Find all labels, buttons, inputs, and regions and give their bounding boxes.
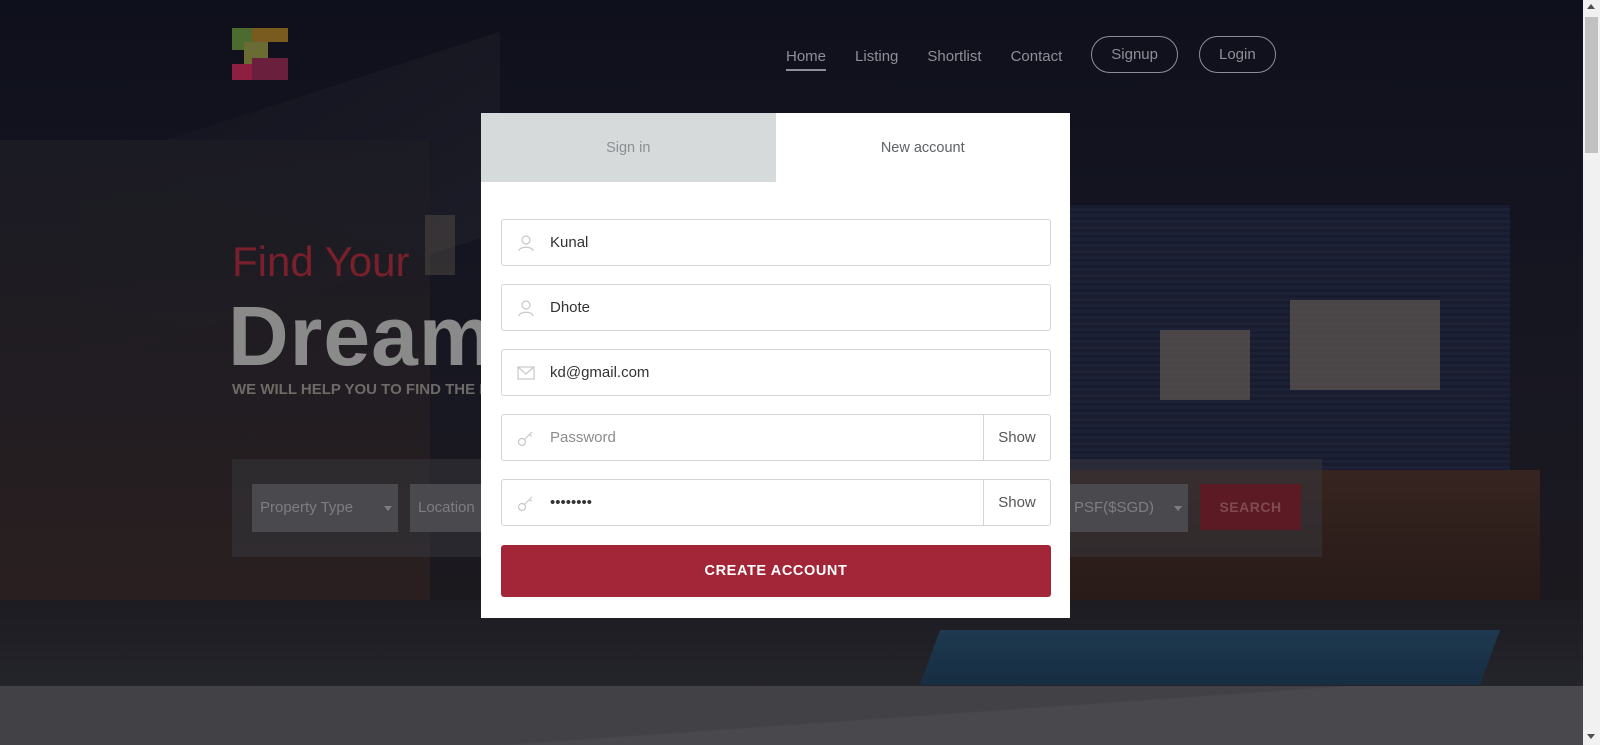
email-field [501,349,1051,396]
user-icon [502,220,550,265]
property-type-label: Property Type [260,499,354,516]
scroll-up-icon[interactable] [1587,4,1595,9]
tab-sign-in[interactable]: Sign in [481,113,776,182]
main-nav: Home Listing Shortlist Contact Signup Lo… [786,36,1276,73]
nav-shortlist[interactable]: Shortlist [927,39,981,71]
site-logo[interactable] [232,28,290,80]
nav-listing[interactable]: Listing [855,39,898,71]
tab-new-account[interactable]: New account [775,113,1070,182]
property-type-select[interactable]: Property Type [252,484,398,532]
password-input[interactable] [550,415,983,460]
chevron-down-icon [384,506,392,511]
last-name-field [501,284,1051,331]
first-name-input[interactable] [550,220,1050,265]
chevron-down-icon [1174,506,1182,511]
login-button[interactable]: Login [1198,36,1276,73]
create-account-button[interactable]: CREATE ACCOUNT [501,545,1051,597]
psf-select[interactable]: PSF($SGD) [1066,484,1188,532]
show-confirm-password-toggle[interactable]: Show [983,480,1050,525]
nav-home[interactable]: Home [786,39,827,71]
signup-button[interactable]: Signup [1091,36,1178,73]
mail-icon [502,350,550,395]
password-field: Show [501,414,1051,461]
page-scrollbar[interactable] [1583,0,1600,745]
psf-label: PSF($SGD) [1074,499,1155,516]
search-button[interactable]: SEARCH [1200,484,1301,530]
modal-tabs: Sign in New account [481,113,1070,182]
scrollbar-thumb[interactable] [1585,17,1598,153]
account-modal: Sign in New account Show [481,113,1070,618]
scroll-down-icon[interactable] [1587,734,1595,739]
nav-contact[interactable]: Contact [1011,39,1063,71]
first-name-field [501,219,1051,266]
last-name-input[interactable] [550,285,1050,330]
confirm-password-field: Show [501,479,1051,526]
location-select[interactable]: Location [410,484,490,532]
email-input[interactable] [550,350,1050,395]
location-label: Location [418,499,475,516]
user-icon [502,285,550,330]
hero-subtitle: WE WILL HELP YOU TO FIND THE BE [232,381,501,398]
new-account-form: Show Show CREATE ACCOUNT [481,182,1070,597]
key-icon [502,415,550,460]
show-password-toggle[interactable]: Show [983,415,1050,460]
hero-find-your: Find Your [232,238,410,285]
key-icon [502,480,550,525]
confirm-password-input[interactable] [550,480,983,525]
hero-dream: Dream [228,289,495,383]
